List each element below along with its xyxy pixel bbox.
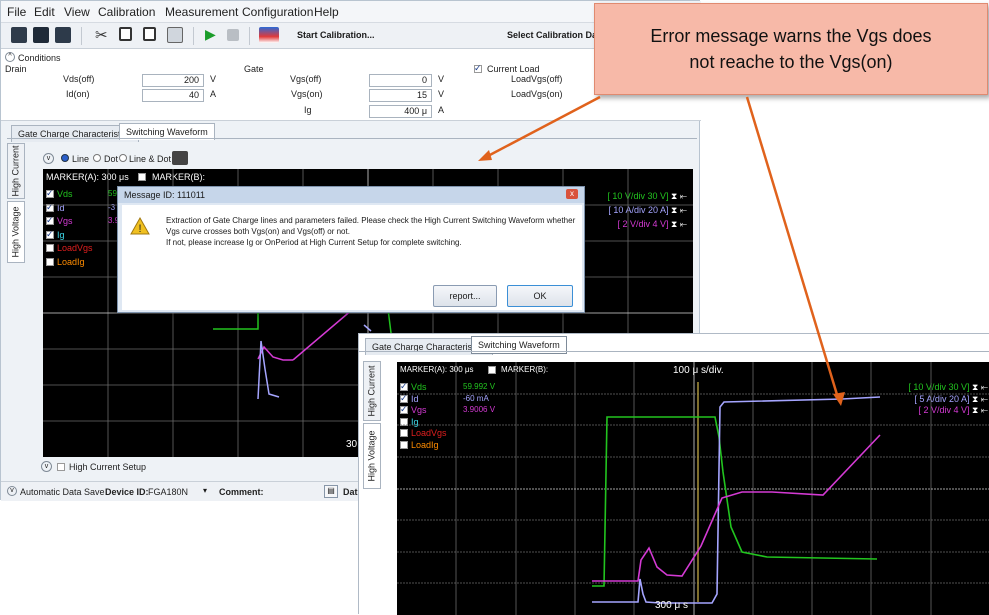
arrow-to-zoom: [745, 96, 840, 399]
annotation-arrows: [478, 95, 845, 406]
arrow-head-dialog: [478, 150, 492, 161]
arrow-to-dialog: [485, 95, 601, 159]
arrow-head-zoom: [833, 392, 845, 406]
